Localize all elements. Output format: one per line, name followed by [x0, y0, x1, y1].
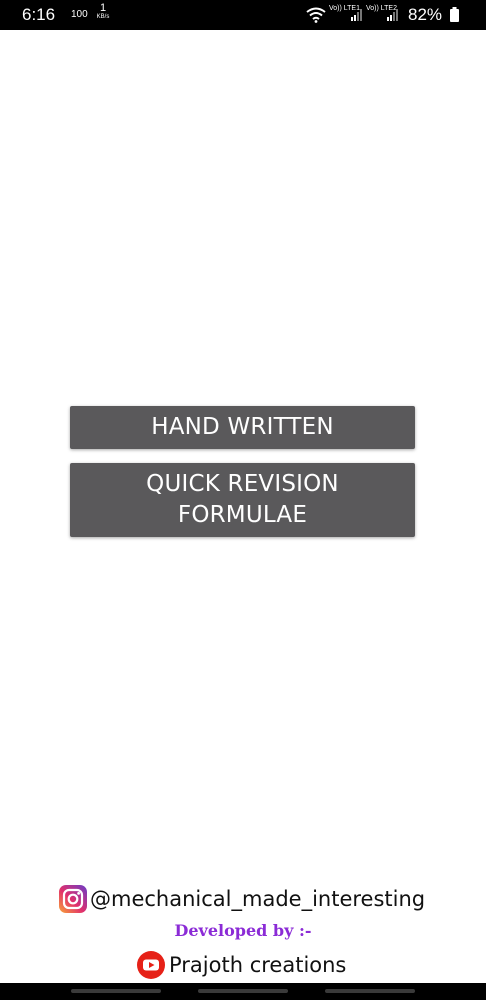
- creator-name: Prajoth creations: [169, 953, 347, 977]
- quick-revision-button-label: QUICK REVISION FORMULAE: [146, 471, 339, 528]
- network-speed: 1 KB/s: [92, 2, 114, 22]
- status-bar: 6:16 100 1 KB/s Vo)) LTE1 Vo)) LTE2 82%: [0, 0, 486, 30]
- nav-home-button[interactable]: [198, 989, 288, 993]
- hand-written-button[interactable]: HAND WRITTEN: [70, 406, 415, 449]
- battery-percentage: 82%: [408, 5, 443, 24]
- developed-by-label: Developed by :-: [174, 921, 312, 940]
- hand-written-button-label: HAND WRITTEN: [151, 414, 334, 440]
- status-indicator: 100: [71, 9, 88, 20]
- nav-back-button[interactable]: [71, 989, 161, 993]
- status-time: 6:16: [22, 5, 56, 24]
- network-speed-unit: KB/s: [96, 14, 110, 20]
- signal-icon: [387, 9, 398, 21]
- wifi-icon: [306, 7, 326, 23]
- youtube-icon: [137, 951, 165, 979]
- battery-icon: [450, 7, 459, 22]
- instagram-icon: [59, 885, 87, 913]
- youtube-channel-link[interactable]: Prajoth creations: [136, 950, 346, 980]
- instagram-link[interactable]: @mechanical_made_interesting: [59, 883, 425, 915]
- network-speed-value: 1: [99, 2, 107, 14]
- nav-recents-button[interactable]: [325, 989, 415, 993]
- signal-icon: [351, 9, 362, 21]
- navigation-bar: [0, 983, 486, 1000]
- quick-revision-formulae-button[interactable]: QUICK REVISION FORMULAE: [70, 463, 415, 537]
- instagram-handle: @mechanical_made_interesting: [90, 887, 426, 911]
